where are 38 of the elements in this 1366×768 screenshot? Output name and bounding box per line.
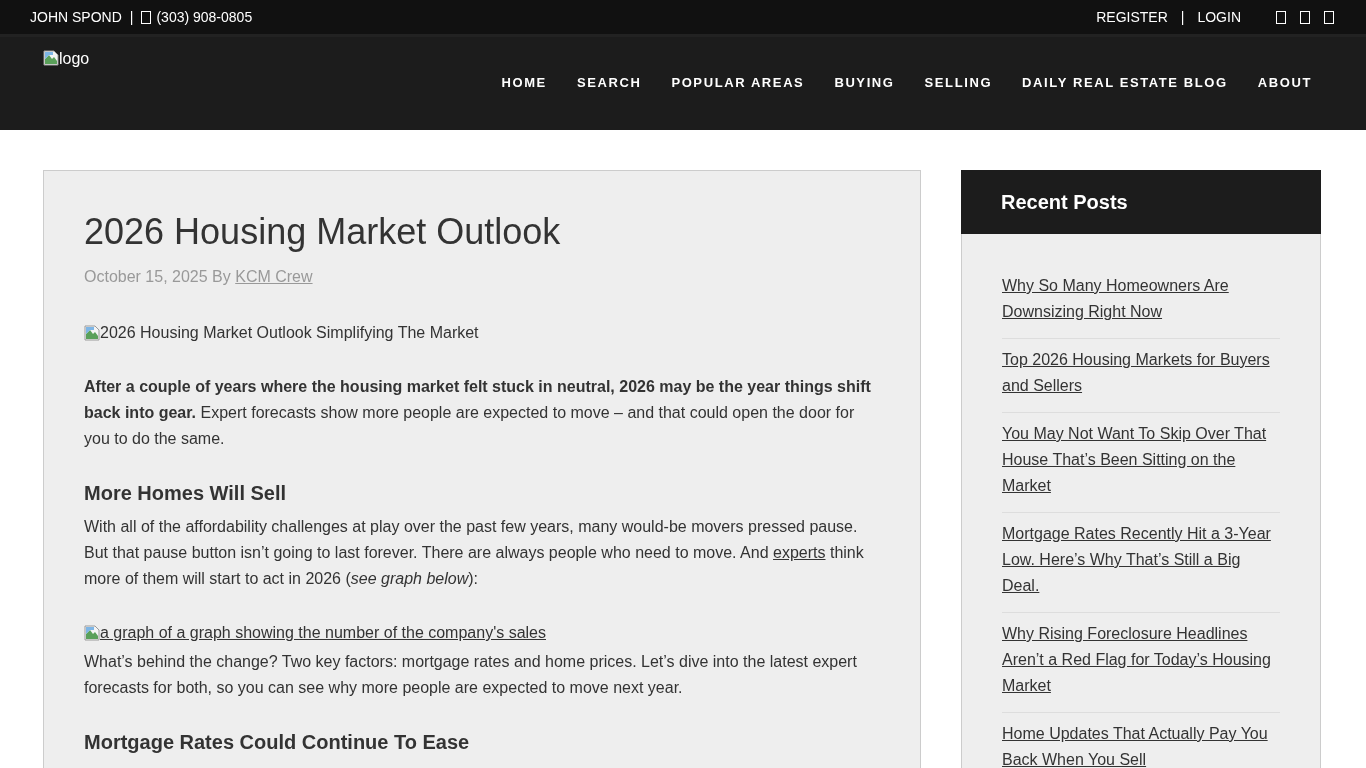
- panel-title: Recent Posts: [1001, 190, 1128, 214]
- account-link[interactable]: LOGIN: [1197, 9, 1241, 25]
- inline-link[interactable]: experts: [773, 544, 826, 561]
- section-heading: More Homes Will Sell: [84, 481, 288, 506]
- article-paragraph: With all of the affordability challenges at play over the past few years, many would-be movers pressed pause. But that pause button isn’t going to last forever. There are always people who need to move. And experts think more of them will start to act in 2026 (see graph below):: [84, 517, 865, 589]
- post-link[interactable]: Why Rising Foreclosure Headlines Aren’t a Red Flag for Today’s Housing Market: [1002, 621, 1280, 699]
- missing-glyph-icon: [141, 10, 152, 24]
- separator-text: |: [129, 9, 134, 25]
- nav-link[interactable]: HOME: [501, 74, 547, 90]
- post-link[interactable]: Top 2026 Housing Markets for Buyers and Sellers: [1002, 347, 1280, 399]
- image-link[interactable]: a graph of a graph showing the number of the company's sales: [84, 620, 546, 646]
- article-paragraph: After a couple of years where the housing market felt stuck in neutral, 2026 may be the year things shift back into gear. Expert forecasts show more people are expected to move – and that could open the door for you to do the same.: [84, 377, 872, 449]
- nav-link[interactable]: DAILY REAL ESTATE BLOG: [1022, 74, 1228, 90]
- logo-link[interactable]: logo: [43, 50, 90, 70]
- broken-image-icon: [43, 50, 59, 66]
- nav-link[interactable]: POPULAR AREAS: [671, 74, 805, 90]
- article-paragraph: What’s behind the change? Two key factors: mortgage rates and home prices. Let’s dive into the latest expert forecasts for both, so you can see why more people are expected to move next year.: [84, 652, 858, 698]
- phone-number: (303) 908-0805: [156, 9, 253, 25]
- post-meta: October 15, 2025 By KCM Crew: [84, 267, 314, 287]
- post-link[interactable]: Why So Many Homeowners Are Downsizing Right Now: [1002, 273, 1280, 325]
- article-title: 2026 Housing Market Outlook: [84, 210, 562, 253]
- separator-text: |: [1180, 9, 1185, 25]
- account-link[interactable]: REGISTER: [1096, 9, 1168, 25]
- missing-glyph-icon[interactable]: [1300, 10, 1310, 24]
- broken-image-icon: [84, 325, 100, 341]
- nav-link[interactable]: SELLING: [924, 74, 993, 90]
- post-link[interactable]: You May Not Want To Skip Over That House That’s Been Sitting on the Market: [1002, 421, 1280, 499]
- image-alt-text: 2026 Housing Market Outlook Simplifying The Market: [100, 323, 479, 343]
- nav-link[interactable]: ABOUT: [1257, 74, 1312, 90]
- nav-link[interactable]: SEARCH: [576, 74, 642, 90]
- missing-glyph-icon[interactable]: [1276, 10, 1286, 24]
- agent-name: JOHN SPOND: [30, 9, 122, 25]
- nav-link[interactable]: BUYING: [834, 74, 895, 90]
- section-heading: Mortgage Rates Could Continue To Ease: [84, 730, 471, 755]
- broken-image-icon: [84, 625, 100, 641]
- post-link[interactable]: Home Updates That Actually Pay You Back When You Sell: [1002, 721, 1280, 768]
- missing-glyph-icon[interactable]: [1324, 10, 1334, 24]
- post-link[interactable]: Mortgage Rates Recently Hit a 3-Year Low. Here’s Why That’s Still a Big Deal.: [1002, 521, 1280, 599]
